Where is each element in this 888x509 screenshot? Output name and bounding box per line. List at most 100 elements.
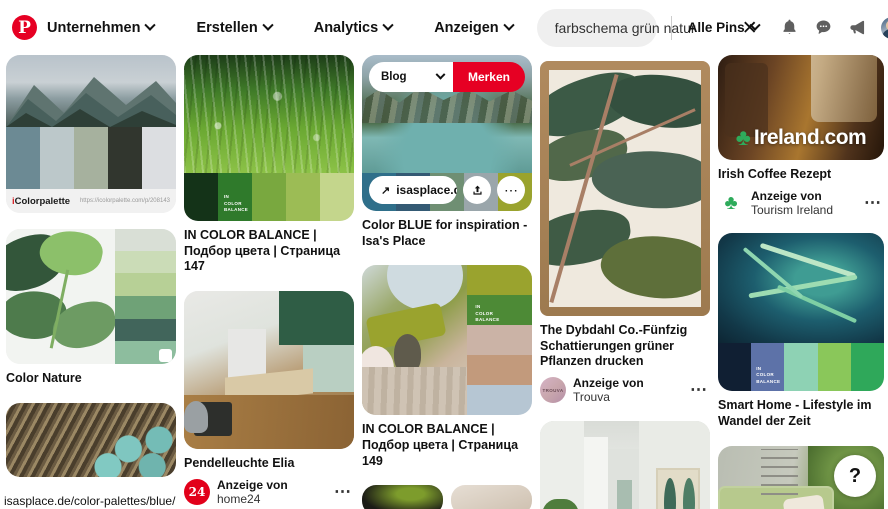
color-swatch-strip: IN COLOR BALANCE	[718, 343, 884, 392]
pin-white-hallway[interactable]	[540, 420, 710, 509]
pin-pendelleuchte-elia[interactable]: Pendelleuchte Elia 24 Anzeige von home24…	[184, 290, 354, 506]
swatch	[817, 343, 851, 392]
chevron-down-icon	[502, 19, 515, 31]
advertiser-logo: 24	[184, 478, 210, 505]
more-options-icon[interactable]: ⋯	[332, 482, 354, 502]
pin-image[interactable]: Blog Merken ↗ isasplace.de	[362, 55, 532, 211]
nav-item-analytics[interactable]: Analytics	[304, 14, 402, 42]
nav-item-anzeigen[interactable]: Anzeigen	[424, 14, 522, 42]
search-bar[interactable]: ✕	[536, 8, 758, 47]
swatch	[114, 251, 176, 273]
save-button[interactable]: Merken	[452, 62, 525, 92]
pin-image[interactable]: iColorpalette https://icolorpalette.com/…	[6, 55, 176, 213]
color-swatch-strip: IN COLOR BALANCE	[467, 265, 532, 416]
pin-image[interactable]: IN COLOR BALANCE	[184, 55, 354, 221]
swatch	[184, 173, 218, 221]
pin-title: Color BLUE for inspiration - Isa's Place	[362, 218, 528, 248]
pin-image[interactable]	[6, 229, 176, 364]
more-options-icon[interactable]: ⋯	[497, 176, 525, 204]
swatch	[850, 343, 884, 392]
pin-title: Pendelleuchte Elia	[184, 455, 295, 470]
pin-partial-bottom-left[interactable]	[362, 485, 443, 509]
color-swatch-strip	[6, 127, 176, 189]
swatch	[114, 319, 176, 341]
ad-label: Anzeige von	[573, 375, 644, 390]
pin-in-color-balance-147[interactable]: IN COLOR BALANCE IN COLOR BALANCE | Подбор…	[184, 55, 354, 275]
brand-overlay-text: Ireland.com	[753, 125, 867, 149]
advertiser-info: Anzeige von Tourism Ireland	[751, 189, 855, 218]
chevron-down-icon	[435, 69, 446, 80]
pin-image[interactable]	[540, 420, 710, 509]
color-swatch-strip: IN COLOR BALANCE	[184, 173, 354, 221]
swatch	[114, 296, 176, 319]
swatch	[467, 325, 532, 356]
pin-title: Smart Home - Lifestyle im Wandel der Zei…	[718, 398, 872, 429]
source-domain: isasplace.de	[396, 183, 457, 197]
advertiser-logo: TROUVA	[540, 377, 566, 404]
board-selector[interactable]: Blog	[369, 62, 453, 92]
advertiser-info: Trouva	[540, 55, 710, 59]
swatch	[252, 173, 286, 221]
nav-item-erstellen[interactable]: Erstellen	[186, 14, 281, 42]
pin-in-color-balance-149[interactable]: IN COLOR BALANCE IN COLOR BALANCE | Подбор…	[362, 265, 532, 469]
advertiser-info: Anzeige von Trouva	[573, 376, 681, 405]
print-artwork	[549, 70, 701, 307]
header-icon-group	[775, 13, 888, 43]
pin-image[interactable]	[451, 485, 532, 509]
megaphone-icon[interactable]	[843, 13, 873, 43]
pin-irish-coffee[interactable]: ♣ Ireland.com Irish Coffee Rezept ♣ Anze…	[718, 55, 884, 217]
pin-grid[interactable]: iColorpalette https://icolorpalette.com/…	[0, 55, 888, 509]
advertiser-name: home24	[217, 491, 261, 506]
nav-item-unternehmen[interactable]: Unternehmen	[37, 14, 164, 42]
pin-color-blue-inspiration[interactable]: Blog Merken ↗ isasplace.de	[362, 55, 532, 249]
avatar[interactable]	[877, 13, 888, 43]
pin-blue-eggs[interactable]	[6, 402, 176, 477]
swatch	[718, 343, 752, 392]
source-link[interactable]: ↗ isasplace.de	[369, 176, 457, 204]
advertiser-name: Trouva	[540, 55, 710, 59]
pin-image[interactable]	[184, 290, 354, 449]
pin-partial-bottom-right[interactable]	[451, 485, 532, 509]
pin-title: Color Nature	[6, 371, 82, 385]
pin-image[interactable]: IN COLOR BALANCE	[718, 233, 884, 392]
pin-color-nature[interactable]: Color Nature	[6, 229, 176, 387]
irish-coffee-photo: ♣ Ireland.com	[718, 55, 884, 160]
watermark: IN COLOR BALANCE	[475, 304, 500, 323]
share-icon[interactable]	[463, 176, 491, 204]
pinterest-logo[interactable]: P	[12, 15, 37, 40]
more-options-icon[interactable]: ⋯	[862, 193, 884, 213]
pin-image[interactable]	[362, 485, 443, 509]
column-3: Blog Merken ↗ isasplace.de	[362, 55, 532, 509]
chat-icon[interactable]	[809, 13, 839, 43]
pin-image[interactable]	[540, 61, 710, 316]
pin-image[interactable]	[6, 402, 176, 477]
dew-grass-photo	[184, 55, 354, 173]
swatch	[467, 355, 532, 386]
bell-icon[interactable]	[775, 13, 805, 43]
swatch	[286, 173, 320, 221]
ad-label: Anzeige von	[751, 188, 822, 203]
swatch	[467, 385, 532, 416]
pin-smart-home[interactable]: IN COLOR BALANCE Smart Home - Lifestyle im…	[718, 233, 884, 429]
swatch	[114, 341, 176, 364]
chevron-down-icon	[144, 19, 157, 31]
mountain-photo	[6, 55, 176, 127]
nav-item-label: Analytics	[313, 19, 379, 36]
column-4: Trouva The Dybdahl	[540, 55, 710, 509]
bird-nest-photo	[6, 402, 176, 477]
pin-icolorpalette[interactable]: iColorpalette https://icolorpalette.com/…	[6, 55, 176, 213]
chevron-down-icon	[749, 19, 761, 31]
pin-image[interactable]: IN COLOR BALANCE	[362, 265, 532, 416]
pin-dybdahl-print[interactable]: The Dybdahl Co.-Fünfzig Schattierungen g…	[540, 61, 710, 405]
watermark: IN COLOR BALANCE	[224, 194, 249, 213]
pin-filter-dropdown[interactable]: Alle Pins	[678, 19, 769, 35]
chevron-down-icon	[262, 19, 274, 31]
column-1: iColorpalette https://icolorpalette.com/…	[6, 55, 176, 493]
pin-image[interactable]: ♣ Ireland.com	[718, 55, 884, 160]
help-button[interactable]: ?	[834, 455, 876, 497]
watermark: IN COLOR BALANCE	[756, 365, 781, 384]
more-options-icon[interactable]: ⋯	[688, 380, 710, 400]
pin-title: The Dybdahl Co.-Fünfzig Schattierungen g…	[540, 323, 688, 369]
swatch	[320, 173, 354, 221]
column-5: ♣ Ireland.com Irish Coffee Rezept ♣ Anze…	[718, 55, 884, 509]
